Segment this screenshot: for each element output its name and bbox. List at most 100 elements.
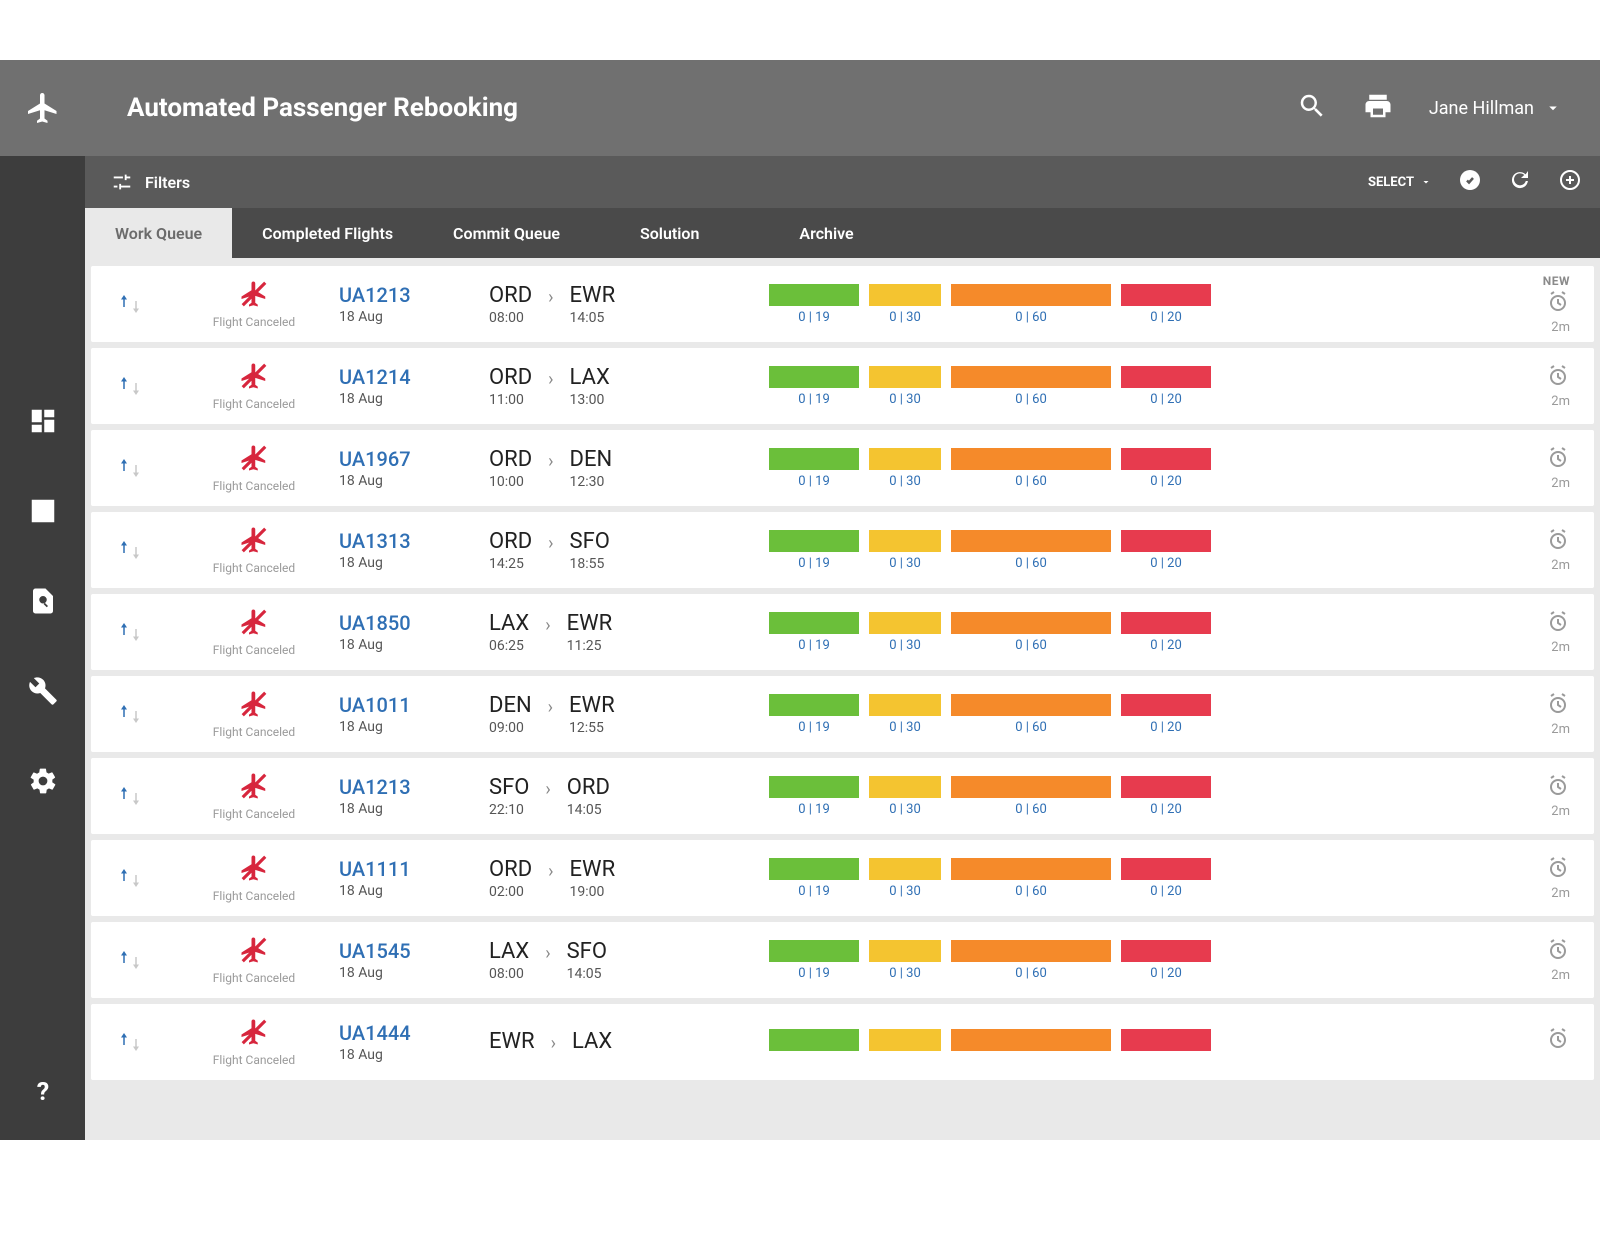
bar-orange-label: 0 | 60 bbox=[1015, 884, 1047, 899]
search-icon[interactable] bbox=[1297, 91, 1327, 125]
print-icon[interactable] bbox=[1363, 91, 1393, 125]
bar-yellow-label: 0 | 30 bbox=[889, 966, 921, 981]
bar-yellow bbox=[869, 448, 941, 470]
flight-row[interactable]: Flight Canceled UA1213 18 Aug ORD 08:00 … bbox=[91, 266, 1594, 342]
dest-time: 14:05 bbox=[567, 966, 607, 982]
bar-green-label: 0 | 19 bbox=[798, 392, 830, 407]
flight-row[interactable]: Flight Canceled UA1545 18 Aug LAX 08:00 … bbox=[91, 922, 1594, 998]
status-label: Flight Canceled bbox=[213, 315, 295, 329]
flight-row[interactable]: Flight Canceled UA1214 18 Aug ORD 11:00 … bbox=[91, 348, 1594, 424]
tab-commit-queue[interactable]: Commit Queue bbox=[423, 208, 590, 258]
flight-status: Flight Canceled bbox=[169, 935, 339, 985]
flight-id[interactable]: UA1967 18 Aug bbox=[339, 447, 489, 489]
sidebar-analytics-icon[interactable] bbox=[28, 496, 58, 530]
flight-row[interactable]: Flight Canceled UA1111 18 Aug ORD 02:00 … bbox=[91, 840, 1594, 916]
sort-handle[interactable] bbox=[115, 699, 169, 729]
bar-green bbox=[769, 284, 859, 306]
sidebar-search-doc-icon[interactable] bbox=[28, 586, 58, 620]
sort-handle[interactable] bbox=[115, 289, 169, 319]
status-label: Flight Canceled bbox=[213, 889, 295, 903]
flight-row[interactable]: Flight Canceled UA1011 18 Aug DEN 09:00 … bbox=[91, 676, 1594, 752]
bar-yellow-label: 0 | 30 bbox=[889, 474, 921, 489]
sort-handle[interactable] bbox=[115, 535, 169, 565]
flight-status: Flight Canceled bbox=[169, 443, 339, 493]
bar-orange bbox=[951, 530, 1111, 552]
bar-orange bbox=[951, 1029, 1111, 1051]
flight-date: 18 Aug bbox=[339, 801, 489, 817]
dest-code: LAX bbox=[570, 365, 610, 390]
origin-time: 14:25 bbox=[489, 556, 532, 572]
flight-id[interactable]: UA1213 18 Aug bbox=[339, 283, 489, 325]
origin-code: SFO bbox=[489, 775, 529, 800]
route-arrow-icon: › bbox=[551, 1033, 556, 1054]
sort-handle[interactable] bbox=[115, 781, 169, 811]
sort-handle[interactable] bbox=[115, 863, 169, 893]
sidebar-tools-icon[interactable] bbox=[28, 676, 58, 710]
alarm-time: 2m bbox=[1551, 804, 1570, 819]
sidebar: ? bbox=[0, 60, 85, 1140]
sidebar-dashboard-icon[interactable] bbox=[28, 406, 58, 440]
flight-row[interactable]: Flight Canceled UA1444 18 Aug EWR › LAX bbox=[91, 1004, 1594, 1080]
origin-time: 09:00 bbox=[489, 720, 532, 736]
tab-work-queue[interactable]: Work Queue bbox=[85, 208, 232, 258]
bar-orange bbox=[951, 612, 1111, 634]
flight-id[interactable]: UA1444 18 Aug bbox=[339, 1021, 489, 1063]
flight-date: 18 Aug bbox=[339, 1047, 489, 1063]
sidebar-settings-icon[interactable] bbox=[28, 766, 58, 800]
bar-red-label: 0 | 20 bbox=[1150, 556, 1182, 571]
bar-yellow-label: 0 | 30 bbox=[889, 720, 921, 735]
select-label: SELECT bbox=[1368, 175, 1414, 190]
tab-completed-flights[interactable]: Completed Flights bbox=[232, 208, 423, 258]
flight-id[interactable]: UA1214 18 Aug bbox=[339, 365, 489, 407]
alarm-time: 2m bbox=[1551, 640, 1570, 655]
flight-row[interactable]: Flight Canceled UA1967 18 Aug ORD 10:00 … bbox=[91, 430, 1594, 506]
flight-canceled-icon bbox=[237, 1017, 271, 1051]
bar-yellow bbox=[869, 694, 941, 716]
bar-red-label: 0 | 20 bbox=[1150, 638, 1182, 653]
sort-handle[interactable] bbox=[115, 453, 169, 483]
route-arrow-icon: › bbox=[548, 287, 553, 308]
flight-canceled-icon bbox=[237, 279, 271, 313]
row-meta: 2m bbox=[1490, 692, 1570, 737]
row-meta: 2m bbox=[1490, 364, 1570, 409]
add-circle-icon[interactable] bbox=[1558, 168, 1582, 196]
sort-handle[interactable] bbox=[115, 945, 169, 975]
tab-archive[interactable]: Archive bbox=[749, 208, 903, 258]
bar-green bbox=[769, 694, 859, 716]
filters-button[interactable]: Filters bbox=[111, 171, 190, 193]
route: EWR › LAX bbox=[489, 1029, 769, 1056]
bar-yellow bbox=[869, 284, 941, 306]
sort-handle[interactable] bbox=[115, 1027, 169, 1057]
bar-red bbox=[1121, 612, 1211, 634]
bar-green bbox=[769, 940, 859, 962]
bar-green bbox=[769, 366, 859, 388]
origin-code: ORD bbox=[489, 365, 532, 390]
bar-yellow-label: 0 | 30 bbox=[889, 802, 921, 817]
flight-id[interactable]: UA1850 18 Aug bbox=[339, 611, 489, 653]
flight-id[interactable]: UA1213 18 Aug bbox=[339, 775, 489, 817]
passenger-bars bbox=[769, 1029, 1490, 1055]
chevron-down-icon bbox=[1544, 99, 1562, 117]
sort-handle[interactable] bbox=[115, 371, 169, 401]
dest-code: EWR bbox=[570, 283, 616, 308]
sort-handle[interactable] bbox=[115, 617, 169, 647]
bar-orange-label: 0 | 60 bbox=[1015, 802, 1047, 817]
flight-id[interactable]: UA1011 18 Aug bbox=[339, 693, 489, 735]
flight-id[interactable]: UA1545 18 Aug bbox=[339, 939, 489, 981]
select-dropdown[interactable]: SELECT bbox=[1368, 175, 1432, 190]
user-menu[interactable]: Jane Hillman bbox=[1429, 98, 1562, 119]
flight-row[interactable]: Flight Canceled UA1850 18 Aug LAX 06:25 … bbox=[91, 594, 1594, 670]
bar-green-label: 0 | 19 bbox=[798, 720, 830, 735]
flight-row[interactable]: Flight Canceled UA1213 18 Aug SFO 22:10 … bbox=[91, 758, 1594, 834]
flight-id[interactable]: UA1313 18 Aug bbox=[339, 529, 489, 571]
route-arrow-icon: › bbox=[545, 943, 550, 964]
flight-row[interactable]: Flight Canceled UA1313 18 Aug ORD 14:25 … bbox=[91, 512, 1594, 588]
bar-red bbox=[1121, 366, 1211, 388]
tab-solution[interactable]: Solution bbox=[590, 208, 749, 258]
sidebar-help-icon[interactable]: ? bbox=[28, 1076, 58, 1110]
origin-time: 22:10 bbox=[489, 802, 529, 818]
flight-id[interactable]: UA1111 18 Aug bbox=[339, 857, 489, 899]
refresh-icon[interactable] bbox=[1508, 168, 1532, 196]
dest-time: 19:00 bbox=[570, 884, 616, 900]
approve-check-icon[interactable] bbox=[1458, 168, 1482, 196]
